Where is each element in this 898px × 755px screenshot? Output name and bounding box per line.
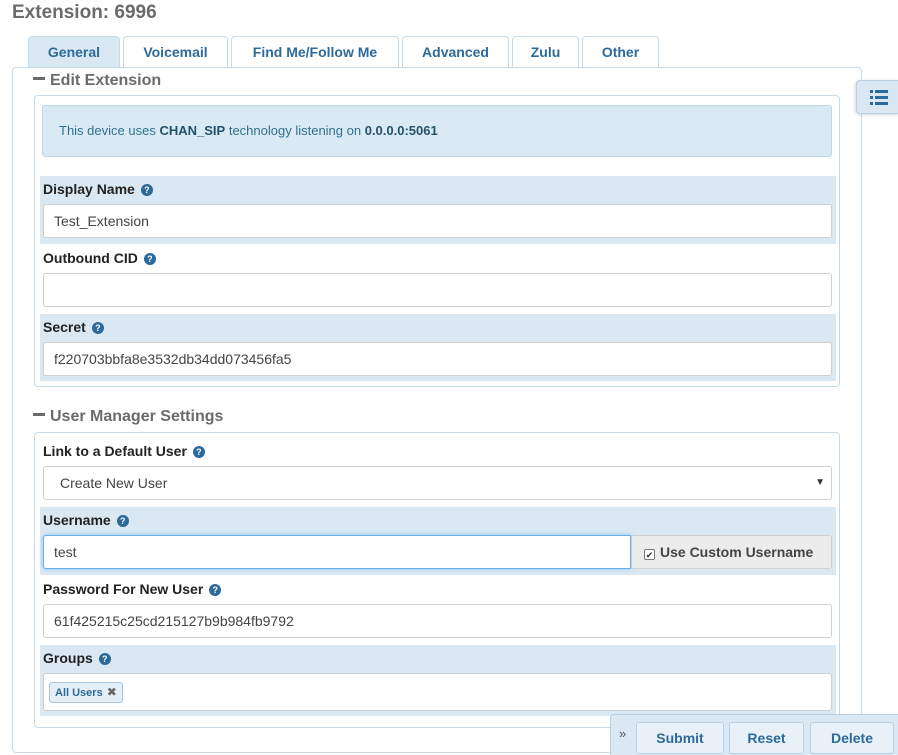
- display-name-input[interactable]: Test_Extension: [43, 204, 832, 238]
- question-circle-icon[interactable]: ?: [98, 653, 111, 665]
- groups-multiselect[interactable]: All Users ✖: [43, 673, 832, 711]
- minus-icon: [33, 77, 45, 81]
- submit-button[interactable]: Submit: [636, 722, 724, 754]
- tab-voicemail[interactable]: Voicemail: [123, 36, 228, 68]
- question-circle-icon[interactable]: ?: [91, 322, 104, 334]
- list-icon: [870, 90, 888, 105]
- double-chevron-right-icon[interactable]: »: [619, 726, 626, 741]
- side-menu-toggle[interactable]: [856, 80, 898, 114]
- tab-other[interactable]: Other: [582, 36, 659, 68]
- question-circle-icon[interactable]: ?: [143, 253, 156, 265]
- use-custom-username-toggle[interactable]: ✔ Use Custom Username: [631, 535, 832, 569]
- caret-down-icon: ▼: [815, 477, 825, 488]
- password-label: Password For New User?: [43, 581, 222, 597]
- groups-label: Groups?: [43, 650, 111, 666]
- link-default-user-label: Link to a Default User?: [43, 443, 205, 459]
- secret-label: Secret?: [43, 319, 104, 335]
- outbound-cid-input[interactable]: [43, 273, 832, 307]
- tab-zulu[interactable]: Zulu: [512, 36, 579, 68]
- outbound-cid-label: Outbound CID?: [43, 250, 156, 266]
- tab-find-me-follow-me[interactable]: Find Me/Follow Me: [231, 36, 399, 68]
- minus-icon: [33, 413, 45, 417]
- edit-extension-heading[interactable]: Edit Extension: [33, 72, 161, 90]
- action-bar: » Submit Reset Delete: [610, 714, 898, 755]
- question-circle-icon[interactable]: ?: [209, 584, 222, 596]
- question-circle-icon[interactable]: ?: [140, 184, 153, 196]
- group-tag: All Users ✖: [49, 682, 123, 703]
- user-manager-heading[interactable]: User Manager Settings: [33, 408, 223, 426]
- delete-button[interactable]: Delete: [810, 722, 894, 754]
- close-icon[interactable]: ✖: [107, 685, 117, 699]
- tab-general[interactable]: General: [28, 36, 120, 68]
- username-label: Username?: [43, 512, 129, 528]
- listening-address: 0.0.0.0:5061: [364, 123, 438, 138]
- reset-button[interactable]: Reset: [729, 722, 804, 754]
- secret-input[interactable]: f220703bbfa8e3532db34dd073456fa5: [43, 342, 832, 376]
- question-circle-icon[interactable]: ?: [192, 446, 205, 458]
- question-circle-icon[interactable]: ?: [116, 515, 129, 527]
- default-user-select[interactable]: Create New User ▼: [43, 466, 832, 500]
- page-title: Extension: 6996: [12, 2, 157, 23]
- technology-name: CHAN_SIP: [159, 123, 226, 138]
- display-name-label: Display Name?: [43, 181, 153, 197]
- technology-info-box: This device uses CHAN_SIP technology lis…: [42, 105, 832, 157]
- checkbox-checked-icon[interactable]: ✔: [644, 549, 655, 560]
- tab-advanced[interactable]: Advanced: [402, 36, 509, 68]
- password-input[interactable]: 61f425215c25cd215127b9b984fb9792: [43, 604, 832, 638]
- username-input[interactable]: test: [43, 535, 631, 569]
